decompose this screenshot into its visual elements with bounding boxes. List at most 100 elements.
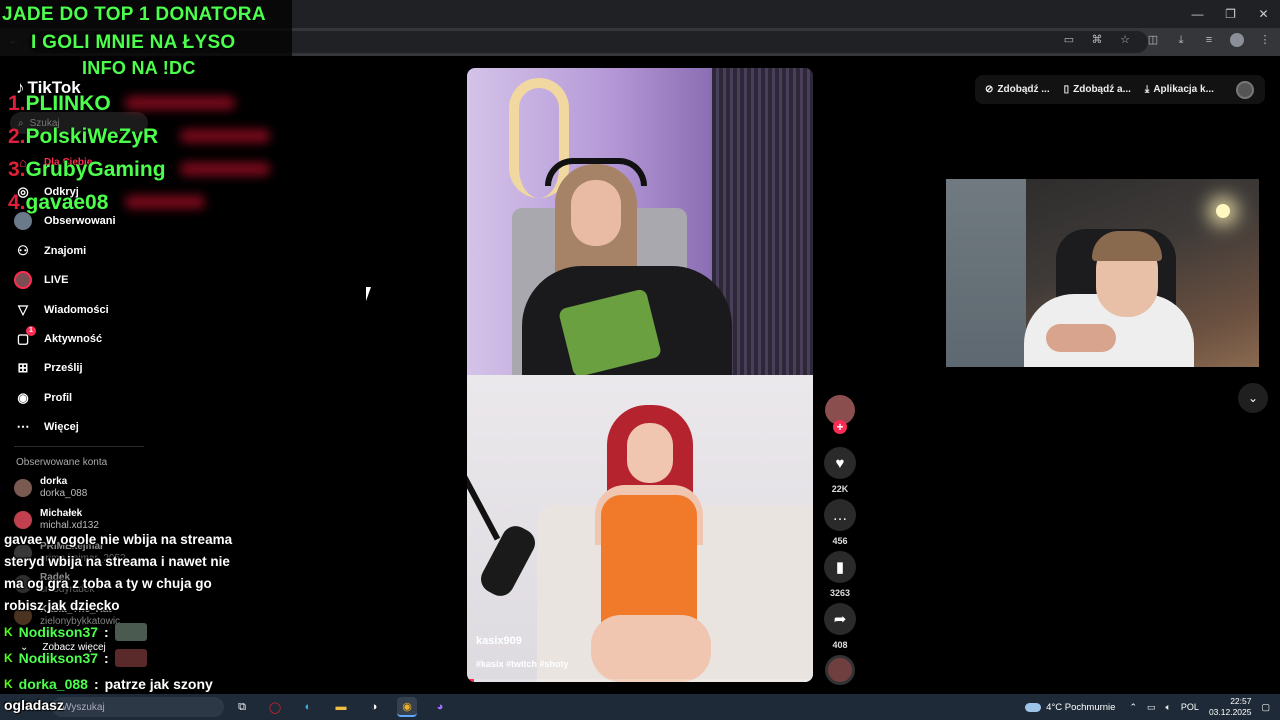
notification-icon[interactable]: ▢ (1261, 702, 1270, 713)
sidebar-divider (14, 446, 144, 447)
tray-chevron-icon[interactable]: ⌃ (1129, 702, 1137, 713)
overlay-line-1: JADE DO TOP 1 DONATORA (2, 4, 266, 25)
download-icon[interactable]: ⤓ (1174, 33, 1188, 47)
blurred-amount (180, 162, 270, 176)
sidebar-item-messages[interactable]: ▽ Wiadomości (14, 295, 116, 324)
restore-icon[interactable]: ❐ (1214, 0, 1247, 28)
person-legs (591, 615, 711, 682)
discord-icon[interactable]: ◕ (430, 697, 450, 717)
language-indicator[interactable]: POL (1181, 702, 1199, 712)
music-disc-icon[interactable] (825, 655, 855, 685)
clock-date: 03.12.2025 (1208, 707, 1252, 717)
video-top-scene (467, 68, 813, 378)
network-icon[interactable]: ▭ (1147, 702, 1156, 713)
next-video-button[interactable]: ⌄ (1238, 383, 1268, 413)
sidebar-item-profile[interactable]: ◉ Profil (14, 383, 116, 412)
video-player[interactable]: kasix909 #kasix #twitch #shoty (467, 68, 813, 682)
leaderboard-name: PLIINKO (25, 92, 111, 115)
comment-button[interactable]: … (824, 499, 856, 531)
chat-separator: : (93, 676, 99, 692)
chat-username: Nodikson37 (18, 624, 99, 640)
user-avatar[interactable] (1235, 80, 1254, 99)
sidebar-item-upload[interactable]: ⊞ Prześlij (14, 354, 116, 383)
sidebar-item-live[interactable]: LIVE (14, 266, 116, 295)
person-face (571, 180, 621, 246)
translate-icon[interactable]: ⌘ (1090, 33, 1104, 47)
webcam-window (946, 179, 1026, 367)
chat-message: K Nodikson37 : (4, 649, 147, 667)
profile-icon: ◉ (17, 389, 29, 405)
menu-label: Aplikacja k... (1153, 84, 1214, 95)
more-icon: ⋯ (16, 419, 30, 435)
bookmark-star-icon[interactable]: ☆ (1118, 33, 1132, 47)
volume-icon[interactable]: 🔈︎ (1166, 702, 1171, 713)
leaderboard-entry: 4.gavae08 (8, 191, 108, 215)
taskbar-search[interactable]: Wyszukaj (52, 697, 224, 717)
menu-label: Zdobądź ... (997, 84, 1050, 95)
sidebar-item-friends[interactable]: ⚇ Znajomi (14, 236, 116, 265)
account-name: Michałek (40, 508, 83, 519)
edge-icon[interactable]: ◐ (298, 697, 318, 717)
folder-icon[interactable]: ▬ (331, 697, 351, 717)
like-button[interactable]: ♥ (824, 447, 856, 479)
account-username: dorka_088 (40, 488, 88, 499)
windows-taskbar: Wyszukaj ⧉ ◯ ◐ ▬ ◑ ◉ ◕ 4°C Pochmurnie ⌃ … (0, 694, 1280, 720)
minimize-icon[interactable]: — (1181, 0, 1214, 28)
video-hashtags[interactable]: #kasix #twitch #shoty (476, 659, 569, 669)
phone-icon: ▯ (1063, 84, 1070, 95)
profile-avatar-icon[interactable] (1230, 33, 1244, 47)
extensions-icon[interactable]: ◫ (1146, 33, 1160, 47)
upload-icon: ⊞ (17, 360, 29, 376)
action-bar: + ♥ 22K … 456 ▮ 3263 ➦ 408 (822, 395, 858, 685)
taskbar-search-label: Wyszukaj (62, 701, 105, 713)
comment-count: 456 (832, 536, 848, 546)
followed-account[interactable]: dorka dorka_088 (14, 476, 87, 500)
get-app-button[interactable]: ▯ Zdobądź a... (1064, 84, 1131, 95)
cloud-icon (1025, 702, 1042, 712)
avatar (14, 479, 32, 497)
weather-widget[interactable]: 4°C Pochmurnie (1025, 702, 1115, 713)
kebab-menu-icon[interactable]: ⋮ (1258, 33, 1272, 47)
share-count: 408 (832, 640, 848, 650)
inbox-icon: ▢ 1 (14, 326, 36, 348)
chat-message-line: robisz jak dziecko (4, 598, 120, 613)
creator-avatar[interactable]: + (825, 395, 855, 434)
microphone (476, 521, 540, 601)
chevron-down-icon: ⌄ (1247, 391, 1259, 405)
live-icon (14, 271, 32, 290)
cast-icon[interactable]: ▭ (1062, 33, 1076, 47)
share-arrow-icon: ➦ (833, 611, 847, 628)
sidebar-item-activity[interactable]: ▢ 1 Aktywność (14, 324, 116, 353)
obs-icon[interactable]: ◑ (364, 697, 384, 717)
sidebar-item-label: Obserwowani (44, 215, 116, 228)
video-author[interactable]: kasix909 (476, 635, 522, 647)
blurred-amount (180, 129, 270, 143)
opera-icon[interactable]: ◯ (265, 697, 285, 717)
chrome-icon[interactable]: ◉ (397, 697, 417, 717)
account-username: michal.xd132 (40, 520, 99, 531)
mic-arm (467, 449, 501, 541)
desktop-app-button[interactable]: ⤓ Aplikacja k... (1145, 84, 1214, 95)
webcam-person-hands (1046, 324, 1116, 352)
sidebar-item-more[interactable]: ⋯ Więcej (14, 413, 116, 442)
chat-message-line: steryd wbija na streama i nawet nie (4, 554, 230, 569)
followed-account[interactable]: Michałek michal.xd132 (14, 508, 99, 532)
window-controls: — ❐ ✕ (1181, 0, 1280, 28)
webcam-light (1216, 204, 1230, 218)
overlay-line-3: INFO NA !DC (82, 58, 196, 78)
save-button[interactable]: ▮ (824, 551, 856, 583)
kick-icon: K (4, 625, 13, 639)
get-coins-button[interactable]: ⊘ Zdobądź ... (985, 84, 1050, 95)
video-progress-bar[interactable] (467, 679, 813, 682)
chat-message-line: ma og gra z toba a ty w chuja go (4, 576, 212, 591)
follow-plus-icon[interactable]: + (833, 420, 847, 434)
screen: { "overlay": { "line1": "JADE DO TOP 1 D… (0, 0, 1280, 720)
sidebar-item-label: Wiadomości (44, 303, 109, 316)
share-button[interactable]: ➦ (824, 603, 856, 635)
clock[interactable]: 22:57 03.12.2025 (1209, 696, 1252, 718)
leaderboard-rank: 2. (8, 125, 26, 148)
save-count: 3263 (829, 588, 851, 598)
task-view-icon[interactable]: ⧉ (232, 697, 252, 717)
close-icon[interactable]: ✕ (1247, 0, 1280, 28)
playlist-icon[interactable]: ≡ (1202, 33, 1216, 47)
